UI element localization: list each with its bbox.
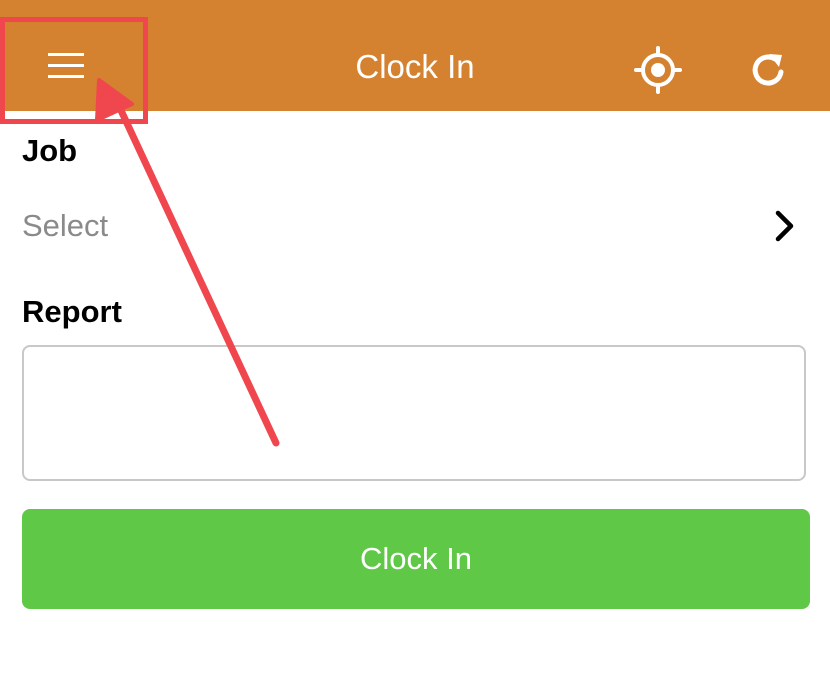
refresh-button[interactable] bbox=[740, 42, 796, 98]
crosshair-target-icon bbox=[634, 46, 682, 94]
locate-button[interactable] bbox=[630, 42, 686, 98]
refresh-icon bbox=[752, 54, 784, 86]
page-title: Clock In bbox=[355, 48, 475, 85]
chevron-right-icon bbox=[775, 210, 794, 242]
job-select-placeholder: Select bbox=[22, 208, 109, 243]
top-app-bar: Clock In bbox=[0, 0, 830, 111]
clock-in-button[interactable]: Clock In bbox=[22, 509, 810, 609]
report-label: Report bbox=[22, 294, 122, 329]
job-label: Job bbox=[22, 133, 78, 168]
report-textarea[interactable] bbox=[22, 345, 806, 481]
clock-in-screen: Clock In Job Select Report Clock In bbox=[0, 0, 830, 680]
job-select[interactable]: Select bbox=[22, 196, 797, 256]
